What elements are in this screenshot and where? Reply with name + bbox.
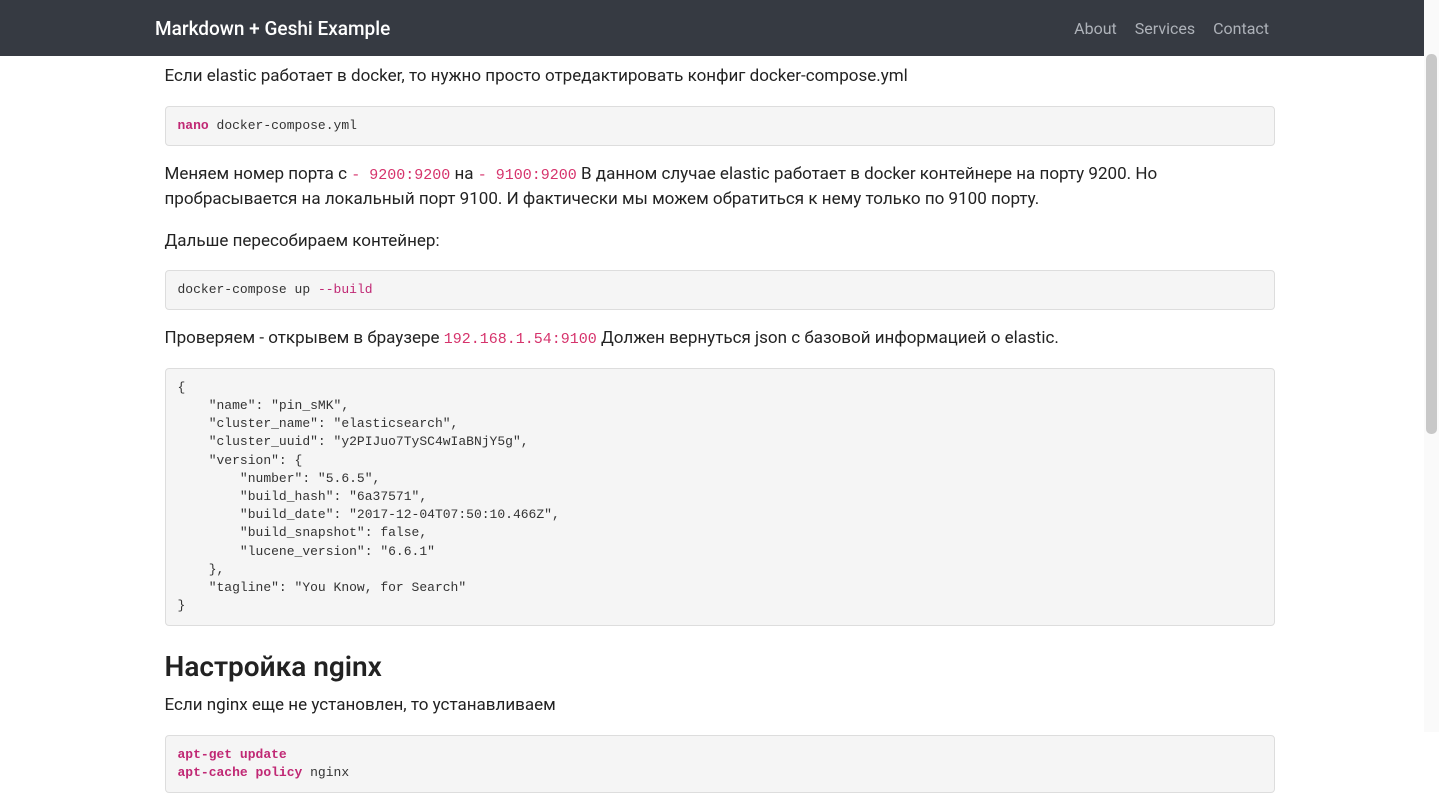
nav-links: About Services Contact: [1074, 19, 1269, 38]
paragraph: Проверяем - открывем в браузере 192.168.…: [165, 326, 1275, 352]
text: Проверяем - открывем в браузере: [165, 328, 444, 348]
code-block-compose: docker-compose up --build: [165, 270, 1275, 310]
scrollbar-thumb[interactable]: [1426, 54, 1437, 434]
paragraph: Меняем номер порта с - 9200:9200 на - 91…: [165, 162, 1275, 213]
code-keyword: apt-get: [178, 747, 233, 762]
code-block-nano: nano docker-compose.yml: [165, 106, 1275, 146]
code-flag: --build: [318, 282, 373, 297]
nav-link-services[interactable]: Services: [1135, 19, 1195, 38]
code-block-json: { "name": "pin_sMK", "cluster_name": "el…: [165, 368, 1275, 626]
code-keyword: update: [232, 747, 287, 762]
brand-title: Markdown + Geshi Example: [155, 17, 390, 40]
article-content: Если elastic работает в docker, то нужно…: [165, 0, 1275, 793]
navbar: Markdown + Geshi Example About Services …: [0, 0, 1424, 56]
code-keyword: policy: [248, 765, 303, 780]
paragraph: Если elastic работает в docker, то нужно…: [165, 64, 1275, 90]
scrollbar-track[interactable]: [1424, 0, 1439, 732]
paragraph: Дальше пересобираем контейнер:: [165, 229, 1275, 255]
text: Должен вернуться json с базовой информац…: [597, 328, 1059, 348]
text: Меняем номер порта с: [165, 164, 352, 184]
code-keyword: nano: [178, 118, 209, 133]
nav-link-about[interactable]: About: [1074, 19, 1117, 38]
code-text: docker-compose.yml: [209, 118, 357, 133]
heading-nginx: Настройка nginx: [165, 650, 1275, 683]
text: на: [450, 164, 477, 184]
paragraph: Если nginx еще не установлен, то устанав…: [165, 693, 1275, 719]
inline-code: - 9100:9200: [478, 167, 577, 184]
code-block-apt: apt-get update apt-cache policy nginx: [165, 735, 1275, 793]
code-text: nginx: [302, 765, 349, 780]
code-text: docker-compose up: [178, 282, 318, 297]
inline-code: 192.168.1.54:9100: [444, 331, 597, 348]
inline-code: - 9200:9200: [351, 167, 450, 184]
nav-link-contact[interactable]: Contact: [1213, 19, 1269, 38]
code-keyword: apt-cache: [178, 765, 248, 780]
